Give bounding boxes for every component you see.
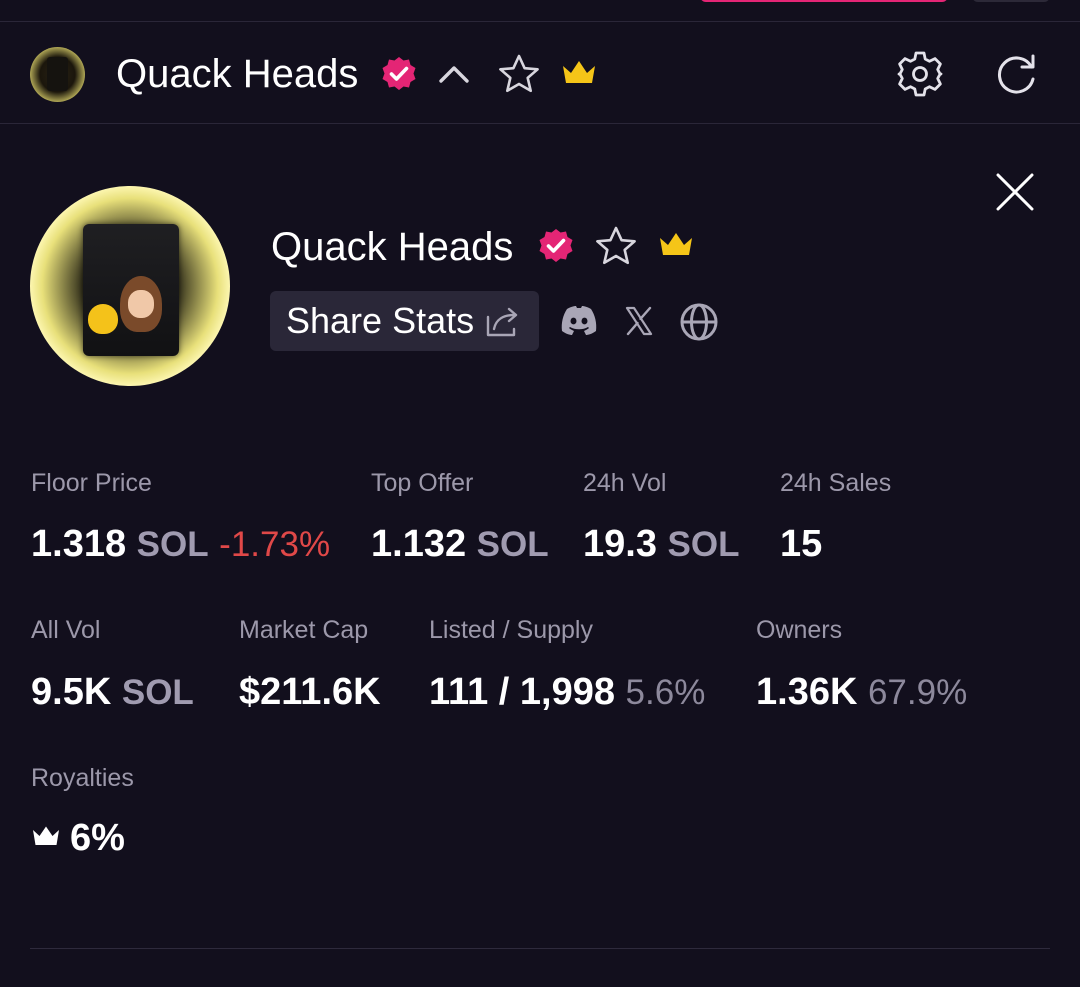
all-vol-unit: SOL — [121, 673, 194, 712]
collection-avatar — [30, 186, 230, 386]
avatar-artwork-duck — [88, 304, 118, 334]
stat-value-market-cap: $211.6K — [239, 671, 381, 713]
close-icon[interactable] — [993, 170, 1037, 214]
x-icon[interactable] — [623, 305, 655, 337]
stat-label-24h-sales: 24h Sales — [780, 469, 892, 497]
stat-value-top-offer: 1.132 SOL — [371, 522, 549, 567]
verified-badge-icon — [539, 229, 573, 262]
gear-icon[interactable] — [895, 49, 945, 99]
owners-percent: 67.9% — [867, 673, 968, 712]
stat-label-market-cap: Market Cap — [239, 616, 369, 644]
primary-action-button[interactable] — [700, 0, 948, 2]
24h-vol-unit: SOL — [667, 525, 740, 564]
share-stats-label: Share Stats — [286, 300, 475, 341]
stat-value-24h-sales: 15 — [780, 523, 823, 565]
top-offer-unit: SOL — [476, 525, 549, 564]
globe-icon[interactable] — [679, 302, 719, 342]
24h-vol-amount: 19.3 — [583, 523, 657, 565]
floor-price-change: -1.73% — [219, 525, 331, 564]
discord-icon[interactable] — [559, 303, 599, 339]
stat-label-24h-vol: 24h Vol — [583, 469, 667, 497]
star-icon[interactable] — [594, 225, 638, 267]
stat-label-royalties: Royalties — [31, 764, 134, 792]
stat-label-all-vol: All Vol — [31, 616, 101, 644]
stat-label-floor-price: Floor Price — [31, 469, 152, 497]
refresh-icon[interactable] — [994, 51, 1040, 97]
top-offer-amount: 1.132 — [371, 523, 467, 565]
stat-value-owners: 1.36K 67.9% — [756, 670, 967, 715]
top-toolbar-strip — [0, 0, 1080, 22]
listed-supply-amount: 111 / 1,998 — [429, 671, 615, 713]
header-collection-name: Quack Heads — [116, 52, 359, 96]
chevron-up-icon[interactable] — [436, 57, 472, 89]
stat-value-24h-vol: 19.3 SOL — [583, 522, 739, 567]
floor-price-unit: SOL — [136, 525, 209, 564]
listed-supply-percent: 5.6% — [625, 673, 706, 712]
stat-value-all-vol: 9.5K SOL — [31, 670, 194, 715]
owners-amount: 1.36K — [756, 671, 858, 713]
star-icon[interactable] — [497, 53, 541, 95]
verified-badge-icon — [382, 57, 416, 90]
avatar-artwork-character-face — [128, 290, 154, 318]
stat-label-owners: Owners — [756, 616, 843, 644]
share-stats-button[interactable]: Share Stats — [270, 291, 539, 351]
stat-value-floor-price: 1.318 SOL -1.73% — [31, 522, 330, 567]
crown-icon — [660, 233, 692, 255]
share-icon — [486, 307, 518, 337]
secondary-action-button[interactable] — [972, 0, 1050, 2]
stat-value-listed-supply: 111 / 1,998 5.6% — [429, 670, 705, 715]
floor-price-amount: 1.318 — [31, 523, 127, 565]
profile-collection-name: Quack Heads — [271, 225, 514, 269]
collection-avatar-small[interactable] — [30, 47, 85, 102]
stat-label-listed-supply: Listed / Supply — [429, 616, 593, 644]
stat-value-royalties: 6% — [70, 817, 125, 859]
collection-header: Quack Heads — [0, 23, 1080, 124]
stat-label-top-offer: Top Offer — [371, 469, 474, 497]
crown-icon — [33, 826, 59, 845]
crown-icon — [563, 61, 595, 83]
all-vol-amount: 9.5K — [31, 671, 112, 713]
section-divider — [30, 948, 1050, 949]
